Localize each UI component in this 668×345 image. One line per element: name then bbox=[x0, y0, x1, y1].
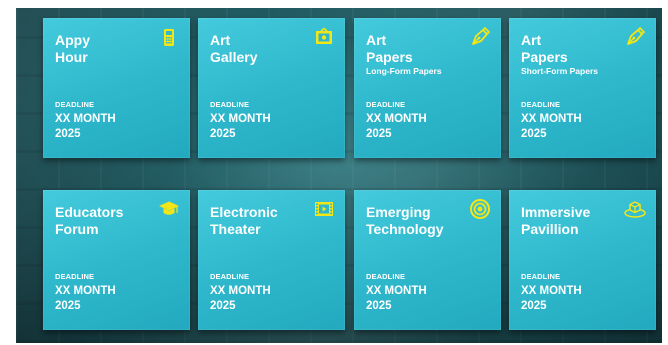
tile-subtitle: Long-Form Papers bbox=[366, 66, 442, 76]
tile-title-text: Art Papers bbox=[366, 32, 413, 65]
pen-icon bbox=[627, 26, 646, 45]
tile-art-papers-short[interactable]: Art Papers Short-Form Papers DEADLINE XX… bbox=[509, 18, 656, 158]
deadline-label: DEADLINE bbox=[366, 100, 406, 109]
deadline-year: 2025 bbox=[55, 128, 81, 140]
deadline-month: XX MONTH bbox=[521, 113, 582, 125]
target-icon bbox=[470, 199, 490, 219]
tile-title: Immersive Pavillion bbox=[521, 204, 616, 238]
graduation-cap-icon bbox=[159, 201, 179, 215]
deadline-date: XX MONTH 2025 bbox=[366, 284, 466, 314]
tile-title: Art Papers Short-Form Papers bbox=[521, 32, 616, 77]
deadline-month: XX MONTH bbox=[55, 285, 116, 297]
deadline-date: XX MONTH 2025 bbox=[521, 284, 621, 314]
tile-title: Educators Forum bbox=[55, 204, 150, 238]
deadline-year: 2025 bbox=[210, 300, 236, 312]
cube-icon bbox=[624, 201, 646, 218]
tile-title: Appy Hour bbox=[55, 32, 150, 66]
deadline-label: DEADLINE bbox=[521, 100, 561, 109]
deadline-month: XX MONTH bbox=[366, 285, 427, 297]
tile-appy-hour[interactable]: Appy Hour DEADLINE XX MONTH 2025 bbox=[43, 18, 190, 158]
deadline-month: XX MONTH bbox=[366, 113, 427, 125]
deadline-year: 2025 bbox=[55, 300, 81, 312]
pen-icon bbox=[472, 26, 491, 45]
deadline-label: DEADLINE bbox=[55, 100, 95, 109]
deadline-month: XX MONTH bbox=[521, 285, 582, 297]
deadline-date: XX MONTH 2025 bbox=[521, 112, 621, 142]
tile-subtitle: Short-Form Papers bbox=[521, 66, 598, 76]
tile-educators-forum[interactable]: Educators Forum DEADLINE XX MONTH 2025 bbox=[43, 190, 190, 330]
tile-art-gallery[interactable]: Art Gallery DEADLINE XX MONTH 2025 bbox=[198, 18, 345, 158]
deadline-month: XX MONTH bbox=[210, 285, 271, 297]
deadline-date: XX MONTH 2025 bbox=[210, 284, 310, 314]
deadline-month: XX MONTH bbox=[210, 113, 271, 125]
deadline-date: XX MONTH 2025 bbox=[55, 284, 155, 314]
film-strip-icon bbox=[315, 202, 333, 216]
deadline-month: XX MONTH bbox=[55, 113, 116, 125]
phone-icon bbox=[164, 29, 174, 46]
tile-electronic-theater[interactable]: Electronic Theater DEADLINE XX MONTH 202… bbox=[198, 190, 345, 330]
tile-title-text: Emerging Technology bbox=[366, 204, 444, 237]
tile-emerging-technology[interactable]: Emerging Technology DEADLINE XX MONTH 20… bbox=[354, 190, 501, 330]
deadline-label: DEADLINE bbox=[210, 272, 250, 281]
deadline-year: 2025 bbox=[366, 300, 392, 312]
tiles-background: Appy Hour DEADLINE XX MONTH 2025 Art Gal… bbox=[16, 8, 662, 343]
tile-title-text: Art Papers bbox=[521, 32, 568, 65]
tile-title: Art Gallery bbox=[210, 32, 305, 66]
deadline-year: 2025 bbox=[366, 128, 392, 140]
deadline-label: DEADLINE bbox=[521, 272, 561, 281]
tile-art-papers-long[interactable]: Art Papers Long-Form Papers DEADLINE XX … bbox=[354, 18, 501, 158]
tile-title: Electronic Theater bbox=[210, 204, 305, 238]
deadline-date: XX MONTH 2025 bbox=[366, 112, 466, 142]
deadline-label: DEADLINE bbox=[210, 100, 250, 109]
tile-title: Art Papers Long-Form Papers bbox=[366, 32, 461, 77]
deadline-label: DEADLINE bbox=[366, 272, 406, 281]
tile-title-text: Appy Hour bbox=[55, 32, 90, 65]
tile-title-text: Electronic Theater bbox=[210, 204, 278, 237]
tile-immersive-pavillion[interactable]: Immersive Pavillion DEADLINE XX MONTH 20… bbox=[509, 190, 656, 330]
deadline-label: DEADLINE bbox=[55, 272, 95, 281]
tile-title: Emerging Technology bbox=[366, 204, 461, 238]
deadline-year: 2025 bbox=[521, 128, 547, 140]
deadline-year: 2025 bbox=[521, 300, 547, 312]
deadline-date: XX MONTH 2025 bbox=[55, 112, 155, 142]
tile-title-text: Art Gallery bbox=[210, 32, 258, 65]
tile-title-text: Educators Forum bbox=[55, 204, 124, 237]
picture-frame-icon bbox=[316, 27, 332, 44]
deadline-date: XX MONTH 2025 bbox=[210, 112, 310, 142]
tile-title-text: Immersive Pavillion bbox=[521, 204, 591, 237]
deadline-year: 2025 bbox=[210, 128, 236, 140]
